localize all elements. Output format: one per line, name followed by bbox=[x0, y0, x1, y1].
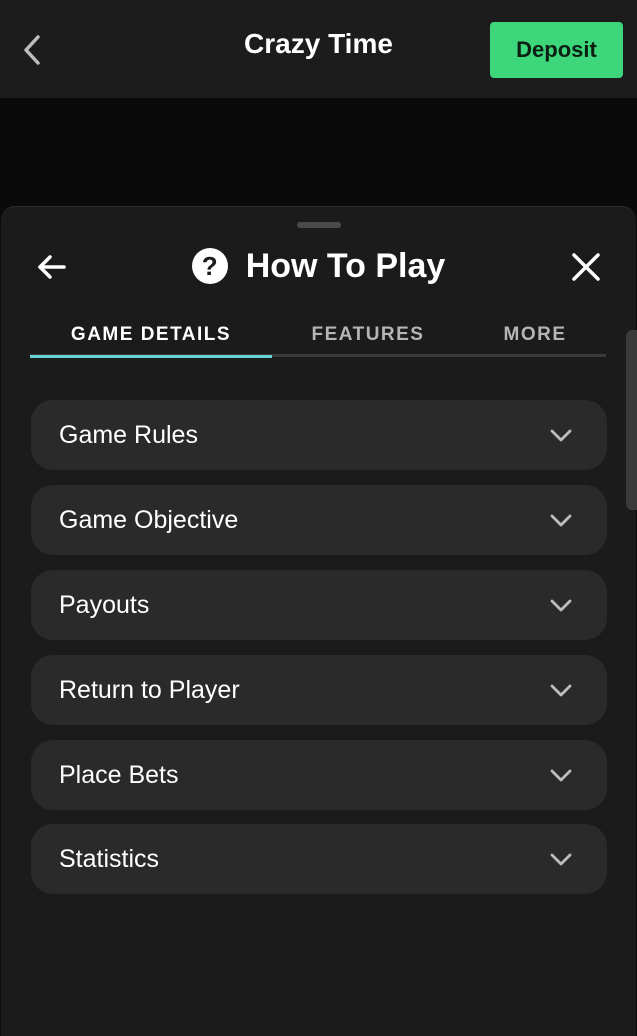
accordion-label: Place Bets bbox=[59, 760, 179, 789]
accordion-place-bets[interactable]: Place Bets bbox=[31, 740, 607, 810]
accordion-label: Payouts bbox=[59, 590, 150, 619]
tab-features[interactable]: FEATURES bbox=[272, 315, 464, 355]
chevron-down-icon bbox=[550, 769, 572, 782]
accordion-label: Statistics bbox=[59, 844, 160, 873]
accordion-game-rules[interactable]: Game Rules bbox=[31, 400, 607, 470]
how-to-play-sheet: ? How To Play GAME DETAILS FEATURES MORE… bbox=[1, 206, 636, 1036]
sheet-header: ? How To Play bbox=[1, 243, 636, 289]
chevron-down-icon bbox=[550, 853, 572, 866]
accordion-label: Return to Player bbox=[59, 675, 240, 704]
accordion-game-objective[interactable]: Game Objective bbox=[31, 485, 607, 555]
chevron-down-icon bbox=[550, 684, 572, 697]
accordion-label: Game Objective bbox=[59, 505, 239, 534]
chevron-down-icon bbox=[550, 429, 572, 442]
chevron-down-icon bbox=[550, 514, 572, 527]
deposit-button[interactable]: Deposit bbox=[490, 22, 623, 78]
drag-handle[interactable] bbox=[297, 222, 341, 228]
chevron-down-icon bbox=[550, 599, 572, 612]
accordion-return-to-player[interactable]: Return to Player bbox=[31, 655, 607, 725]
sheet-title: How To Play bbox=[245, 246, 446, 285]
close-icon[interactable] bbox=[568, 249, 604, 285]
scrollbar[interactable] bbox=[626, 330, 637, 510]
accordion-label: Game Rules bbox=[59, 420, 198, 449]
top-bar: Crazy Time Deposit bbox=[0, 0, 637, 98]
tab-bar: GAME DETAILS FEATURES MORE bbox=[30, 315, 606, 358]
tab-game-details[interactable]: GAME DETAILS bbox=[30, 315, 272, 358]
tab-more[interactable]: MORE bbox=[464, 315, 606, 355]
accordion-payouts[interactable]: Payouts bbox=[31, 570, 607, 640]
help-icon: ? bbox=[191, 248, 228, 284]
accordion-statistics[interactable]: Statistics bbox=[31, 824, 607, 894]
